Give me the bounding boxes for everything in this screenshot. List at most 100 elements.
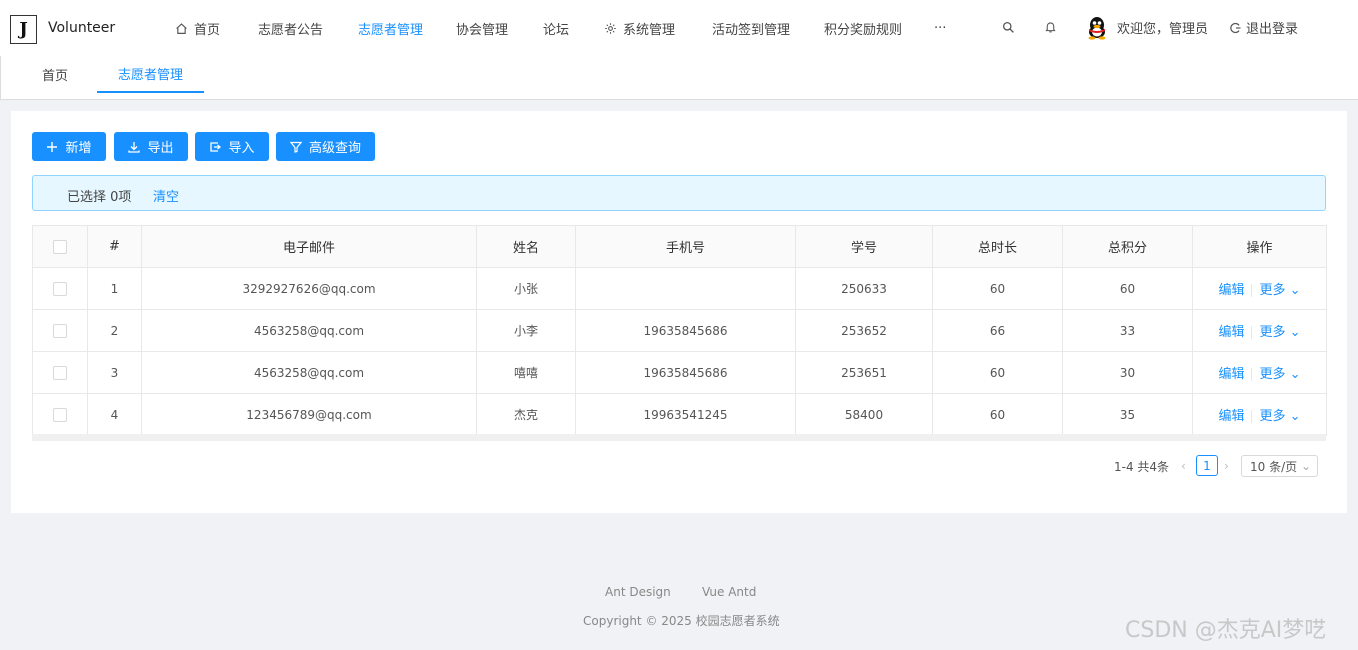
row-index: 4 [87,393,142,436]
cell-points: 35 [1062,393,1193,436]
nav-item-label: 活动签到管理 [712,22,791,38]
cell-hours: 60 [932,267,1063,310]
more-dropdown[interactable]: 更多 ⌄ [1259,367,1300,382]
cell-phone: 19963541245 [575,393,796,436]
more-dropdown[interactable]: 更多 ⌄ [1259,325,1300,340]
cell-hours: 66 [932,309,1063,352]
nav-item-label: 论坛 [543,22,570,38]
app-name[interactable]: Volunteer [48,20,115,36]
chevron-down-icon: ⌄ [1289,325,1301,340]
edit-link[interactable]: 编辑 [1218,325,1244,340]
column-header[interactable]: 姓名 [476,225,576,268]
gear-icon [605,22,616,34]
clear-selection-link[interactable]: 清空 [153,186,179,205]
cell-email: 3292927626@qq.com [141,267,477,310]
row-checkbox[interactable] [32,267,88,310]
import-icon [210,141,222,152]
column-header[interactable]: 学号 [795,225,933,268]
cell-name: 小张 [476,267,576,310]
nav-item-announcements[interactable]: 志愿者公告 [258,18,323,38]
nav-item-label: 志愿者公告 [258,22,324,38]
cell-email: 4563258@qq.com [141,351,477,394]
tab-bar: 首页 志愿者管理 [0,56,1358,100]
add-button[interactable]: 新增 [32,132,106,161]
advanced-query-button[interactable]: 高级查询 [276,132,375,161]
nav-item-forum[interactable]: 论坛 [543,18,569,38]
avatar[interactable] [1086,16,1108,40]
tab-volunteer-management[interactable]: 志愿者管理 [97,56,204,93]
more-dropdown[interactable]: 更多 ⌄ [1259,409,1300,424]
column-header[interactable]: 总时长 [932,225,1063,268]
row-actions: 编辑 更多 ⌄ [1192,351,1327,394]
select-all-checkbox[interactable] [32,225,88,268]
nav-item-home[interactable]: 首页 [175,18,220,38]
chevron-down-icon: ⌄ [1289,283,1301,298]
row-index: 1 [87,267,142,310]
filter-icon [289,141,302,153]
search-icon[interactable] [1000,18,1016,36]
page-number-button[interactable]: 1 [1196,455,1218,476]
page-size-select[interactable]: 10 条/页 ⌄ [1241,455,1318,477]
edit-link[interactable]: 编辑 [1218,283,1244,298]
more-dropdown[interactable]: 更多 ⌄ [1259,283,1300,298]
cell-student-id: 253651 [795,351,933,394]
nav-item-points-rules[interactable]: 积分奖励规则 [824,18,902,38]
footer-link-ant-design[interactable]: Ant Design [605,585,671,599]
logout-label: 退出登录 [1246,22,1299,37]
logout-button[interactable]: 退出登录 [1230,18,1298,37]
cell-points: 30 [1062,351,1193,394]
table-row: 1 3292927626@qq.com 小张 250633 60 60 编辑 更多… [32,267,1327,310]
nav-item-label: 系统管理 [623,22,676,38]
cell-phone: 19635845686 [575,309,796,352]
column-header[interactable]: 电子邮件 [141,225,477,268]
cell-phone: 19635845686 [575,351,796,394]
welcome-text: 欢迎您，管理员 [1117,22,1209,37]
bell-icon[interactable] [1042,18,1058,36]
cell-hours: 60 [932,393,1063,436]
nav-item-volunteer-management[interactable]: 志愿者管理 [358,18,423,38]
export-button-label: 导出 [147,141,174,156]
advanced-query-label: 高级查询 [308,141,361,156]
row-actions: 编辑 更多 ⌄ [1192,393,1327,436]
pagination-total: 1-4 共4条 [1114,460,1170,474]
edit-link[interactable]: 编辑 [1218,367,1244,382]
row-checkbox[interactable] [32,393,88,436]
nav-item-system[interactable]: 系统管理 [604,18,675,38]
row-actions: 编辑 更多 ⌄ [1192,309,1327,352]
export-button[interactable]: 导出 [114,132,188,161]
add-button-label: 新增 [65,141,92,156]
chevron-down-icon: ⌄ [1300,459,1311,473]
nav-item-more[interactable]: ··· [934,18,946,38]
top-header: J Volunteer 首页 志愿者公告 志愿者管理 协会管理 论坛 系统管理 … [0,0,1358,56]
cell-name: 杰克 [476,393,576,436]
row-checkbox[interactable] [32,351,88,394]
column-header: # [87,225,142,268]
horizontal-scrollbar[interactable] [32,434,1326,441]
nav-item-label: 首页 [194,22,221,38]
footer-link-vue-antd[interactable]: Vue Antd [702,585,756,599]
row-index: 2 [87,309,142,352]
cell-student-id: 250633 [795,267,933,310]
edit-link[interactable]: 编辑 [1218,409,1244,424]
app-logo[interactable]: J [10,15,37,44]
copyright-text: Copyright © 2025 校园志愿者系统 [583,614,780,628]
cell-email: 123456789@qq.com [141,393,477,436]
import-button[interactable]: 导入 [195,132,269,161]
nav-item-checkin[interactable]: 活动签到管理 [712,18,790,38]
chevron-down-icon: ⌄ [1289,367,1301,382]
selected-count: 已选择 0项 [67,190,132,205]
next-page-icon[interactable]: › [1224,459,1229,473]
column-header[interactable]: 手机号 [575,225,796,268]
column-header[interactable]: 总积分 [1062,225,1193,268]
table-header-row: # 电子邮件 姓名 手机号 学号 总时长 总积分 操作 [32,225,1327,268]
home-icon [176,22,187,34]
tab-home[interactable]: 首页 [29,56,81,93]
nav-item-association[interactable]: 协会管理 [456,18,508,38]
cell-hours: 60 [932,351,1063,394]
cell-name: 小李 [476,309,576,352]
column-header: 操作 [1192,225,1327,268]
row-checkbox[interactable] [32,309,88,352]
prev-page-icon[interactable]: ‹ [1181,459,1186,473]
plus-icon [47,141,58,152]
download-icon [128,141,141,153]
